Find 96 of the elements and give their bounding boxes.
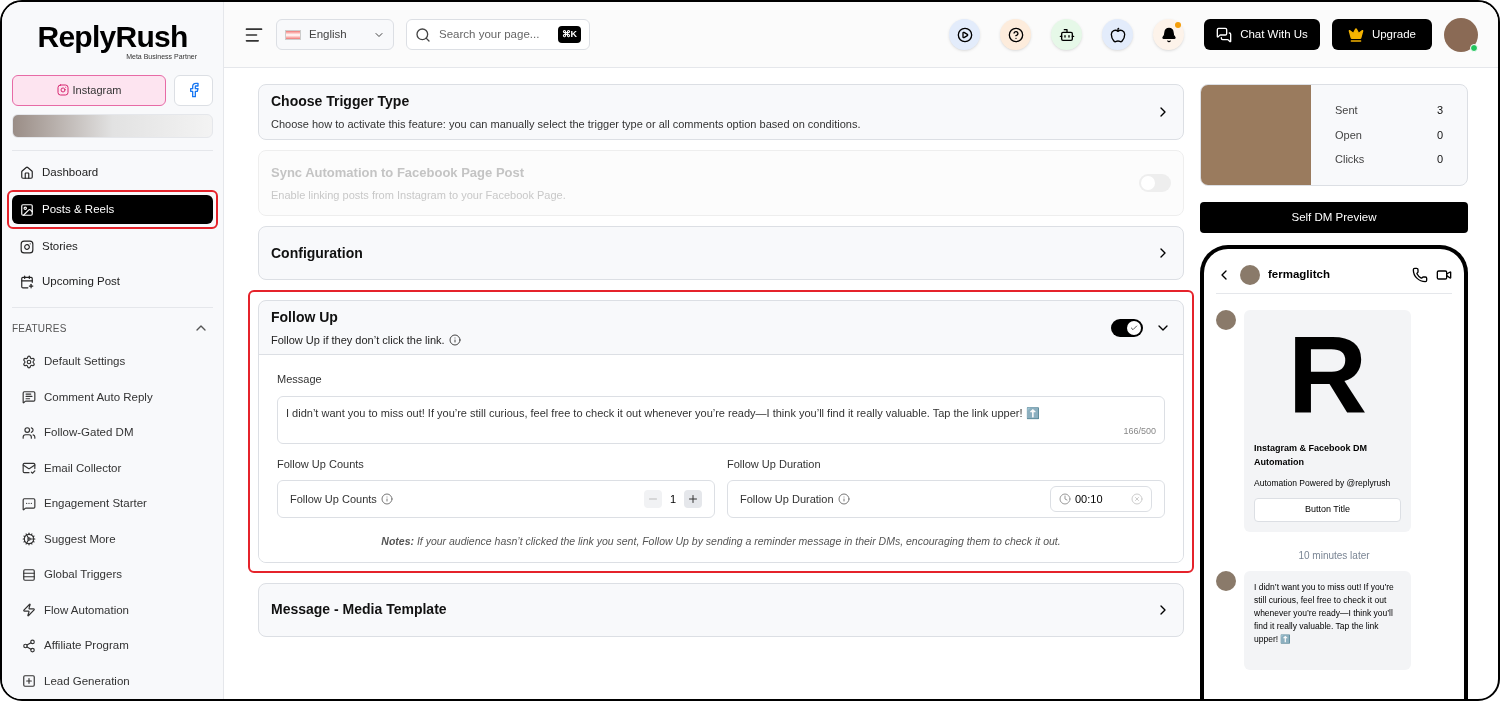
users-icon: [22, 425, 36, 440]
time-input[interactable]: 00:10: [1050, 486, 1152, 512]
plus-square-icon: [22, 674, 36, 689]
chat-username: fermaglitch: [1268, 267, 1331, 283]
home-icon: [20, 165, 34, 180]
section-subtitle: Follow Up if they don’t click the link.: [271, 332, 445, 348]
search-icon: [415, 26, 431, 43]
count-value: 1: [669, 491, 676, 507]
section-card[interactable]: Choose Trigger Type Choose how to activate this feature: you can manually select the trigger type or all comments option based on conditions.: [258, 84, 1184, 140]
gear-icon: [22, 354, 36, 369]
card-logo: R: [1286, 320, 1369, 430]
toggle-switch[interactable]: [1111, 318, 1143, 337]
platform-tab[interactable]: [174, 74, 213, 106]
stat-value: 3: [1436, 103, 1443, 119]
rows-icon: [22, 567, 36, 582]
nav-item[interactable]: Suggest More: [12, 521, 213, 557]
section-title: Choose Trigger Type: [271, 92, 411, 112]
instagram-icon: [20, 239, 34, 254]
info-icon: [448, 334, 461, 346]
message-field[interactable]: I didn’t want you to miss out! If you’re still curious, feel free to check it out whenever you’re ready—I think you’ll find it really valuable. Tap the link upper! ⬆ 166/500: [277, 395, 1165, 444]
time-divider: 10 minutes later: [1297, 548, 1371, 563]
field-label: Follow Up Counts: [290, 491, 377, 507]
section-subtitle: Choose how to activate this feature: you can manually select the trigger type or all comments option based on conditions.: [271, 117, 862, 133]
help-icon[interactable]: [1000, 19, 1032, 50]
shortcut-key: ⌘K: [557, 25, 581, 44]
apple-icon[interactable]: [1102, 19, 1134, 50]
search-bar[interactable]: Search your page... ⌘K: [406, 19, 590, 50]
platform-tab[interactable]: Instagram: [12, 74, 166, 106]
message-icon: [22, 496, 36, 511]
message-bubble: I didn’t want you to miss out! If you’re still curious, feel free to check it out whenever you’re ready—I think you’ll find it really valuable. Tap the link upper! ⬆: [1244, 570, 1411, 670]
field-label: Message: [277, 372, 323, 387]
nav-item[interactable]: Engagement Starter: [12, 486, 213, 522]
nav-item[interactable]: Follow-Gated DM: [12, 415, 213, 451]
card-text: Automation Powered by @replyrush: [1254, 477, 1392, 490]
section-title: Sync Automation to Facebook Page Post: [271, 164, 526, 182]
nav-item[interactable]: Dashboard: [12, 158, 213, 187]
info-icon: [380, 493, 393, 505]
section-title: Follow Up: [271, 307, 339, 327]
section-card[interactable]: Configuration: [258, 226, 1184, 280]
clock-icon: [1059, 493, 1071, 505]
section-title: Message - Media Template: [271, 600, 448, 620]
increment-button[interactable]: [684, 490, 702, 508]
nav-item[interactable]: Default Settings: [12, 344, 213, 380]
avatar: [1216, 570, 1236, 591]
chat-icon: [1216, 26, 1233, 43]
share-icon: [22, 638, 36, 653]
brand-logo: ReplyRush: [37, 22, 188, 52]
lightning-icon: [22, 603, 36, 618]
info-icon: [837, 493, 850, 505]
language-select[interactable]: English: [276, 19, 394, 50]
chat-icon: [22, 390, 36, 405]
plus-icon: [687, 493, 699, 505]
stat-label: Sent: [1335, 103, 1358, 119]
nav-item[interactable]: Flow Automation: [12, 592, 213, 628]
field-label: Follow Up Duration: [727, 456, 822, 472]
nav-item[interactable]: Posts & Reels: [12, 195, 213, 224]
search-field[interactable]: Search your page...: [439, 25, 550, 44]
gear-icon: [22, 532, 36, 547]
notes-text: Notes: If your audience hasn’t clicked the link you sent, Follow Up by sending a reminder message in their DMs, encouraging them to check it out.: [380, 534, 1062, 549]
notification-icon[interactable]: [1153, 19, 1185, 50]
char-count: 166/500: [1123, 425, 1156, 438]
stat-value: 0: [1436, 127, 1443, 143]
nav-item[interactable]: Upcoming Post: [12, 267, 213, 296]
nav-item[interactable]: Global Triggers: [12, 557, 213, 593]
play-icon[interactable]: [949, 19, 981, 50]
stat-value: 0: [1436, 152, 1443, 168]
nav-item[interactable]: Email Collector: [12, 450, 213, 486]
field-label: Follow Up Duration: [740, 491, 834, 507]
nav-item[interactable]: Stories: [12, 232, 213, 261]
card-button[interactable]: Button Title: [1254, 497, 1401, 522]
flag-icon: [285, 29, 301, 40]
video-icon[interactable]: [1436, 267, 1452, 283]
nav-item[interactable]: Affiliate Program: [12, 628, 213, 664]
crown-icon: [1347, 26, 1364, 43]
stat-label: Clicks: [1335, 152, 1365, 168]
stat-label: Open: [1335, 127, 1362, 143]
chat-button[interactable]: Chat With Us: [1204, 19, 1320, 50]
section-card[interactable]: Message - Media Template: [258, 582, 1184, 637]
avatar: [1216, 310, 1236, 330]
calendar-icon: [20, 274, 34, 289]
mail-icon: [22, 461, 36, 476]
nav-item[interactable]: Lead Generation: [12, 663, 213, 699]
image-icon: [20, 202, 34, 217]
avatar: [1240, 265, 1260, 285]
features-heading: FEATURES: [12, 321, 67, 336]
upgrade-button[interactable]: Upgrade: [1331, 19, 1432, 50]
field-label: Follow Up Counts: [277, 456, 365, 472]
section-title: Configuration: [271, 243, 364, 263]
nav-item[interactable]: Comment Auto Reply: [12, 379, 213, 415]
card-title: Instagram & Facebook DM Automation: [1254, 442, 1369, 469]
message-text: I didn’t want you to miss out! If you’re still curious, feel free to check it out whenever you’re ready—I think you’ll find it really valuable. Tap the link upper! ⬆: [286, 405, 1041, 421]
profile-avatar[interactable]: [1444, 17, 1478, 52]
preview-button[interactable]: Self DM Preview: [1200, 202, 1468, 233]
check-icon: [1130, 323, 1138, 332]
instagram-icon: [56, 84, 69, 96]
phone-icon[interactable]: [1412, 267, 1428, 283]
